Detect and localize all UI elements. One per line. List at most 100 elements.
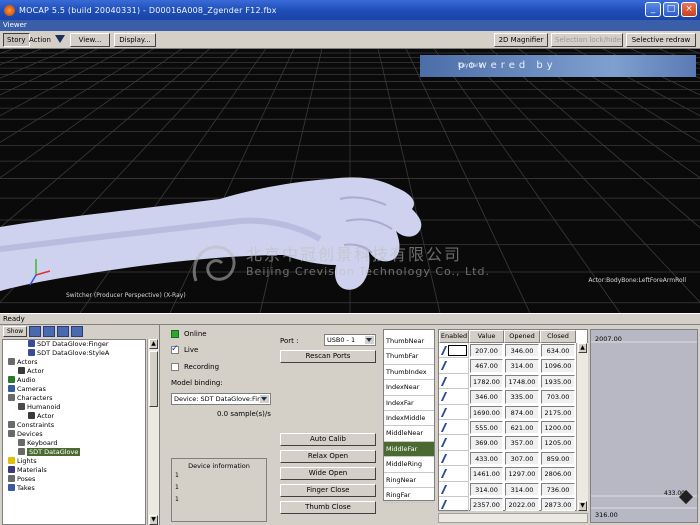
enabled-toggle[interactable] [439, 404, 469, 420]
sensor-opened-cell[interactable]: 346.00 [505, 344, 539, 358]
online-checkbox[interactable]: Online [171, 329, 271, 339]
enabled-toggle[interactable] [439, 450, 469, 467]
tree-item[interactable]: Keyboard [3, 439, 145, 448]
sensor-value-cell[interactable]: 346.00 [470, 390, 503, 404]
tree-item[interactable]: SDT DataGlove:Finger [3, 340, 145, 349]
tree-tool-icon-1[interactable] [29, 326, 42, 337]
sensor-name[interactable]: IndexFar [384, 396, 434, 411]
rescan-ports-button[interactable]: Rescan Ports [280, 350, 376, 363]
sensor-value-cell[interactable]: 433.00 [470, 451, 503, 466]
finger-close-button[interactable]: Finger Close [280, 484, 376, 497]
tree-scroll-thumb[interactable] [149, 351, 158, 407]
column-header-enabled[interactable]: Enabled [439, 330, 469, 343]
recording-checkbox[interactable]: Recording [171, 362, 271, 372]
enabled-toggle[interactable] [439, 343, 469, 359]
scroll-up-icon[interactable]: ▲ [149, 339, 158, 349]
sensor-value-cell[interactable]: 207.00 [470, 344, 503, 358]
sensor-value-cell[interactable]: 314.00 [470, 482, 503, 496]
sensor-graph[interactable]: 2007.00 433.00 316.00 [590, 329, 698, 523]
tree-item[interactable]: Constraints [3, 421, 145, 430]
sensor-closed-cell[interactable]: 1205.00 [541, 436, 575, 450]
scroll-up-icon[interactable]: ▲ [578, 343, 587, 353]
sensor-opened-cell[interactable]: 307.00 [505, 451, 539, 466]
enabled-toggle[interactable] [439, 358, 469, 374]
sensor-closed-cell[interactable]: 1935.00 [541, 374, 575, 389]
sensor-value-cell[interactable]: 1461.00 [470, 467, 503, 481]
story-button[interactable]: Story [3, 33, 30, 47]
enabled-toggle[interactable] [439, 373, 469, 390]
sensor-name[interactable]: ThumbNear [384, 334, 434, 350]
sensor-closed-cell[interactable]: 634.00 [541, 344, 575, 358]
sensor-opened-cell[interactable]: 314.00 [505, 482, 539, 496]
enabled-toggle[interactable] [439, 420, 469, 436]
relax-open-button[interactable]: Relax Open [280, 450, 376, 463]
tree-item[interactable]: Cameras [3, 385, 145, 394]
sensor-value-cell[interactable]: 2357.00 [470, 498, 503, 512]
scroll-down-icon[interactable]: ▼ [149, 515, 158, 525]
tree-item[interactable]: Materials [3, 466, 145, 475]
sensor-table[interactable]: Enabled Value Opened Closed ▲ ▼ 207.00 34… [438, 329, 588, 513]
2d-magnifier-button[interactable]: 2D Magnifier [494, 33, 548, 47]
tree-tool-icon-2[interactable] [43, 326, 56, 337]
sensor-name[interactable]: IndexNear [384, 380, 434, 396]
sensor-closed-cell[interactable]: 2873.00 [541, 498, 575, 512]
sensor-opened-cell[interactable]: 1748.00 [505, 374, 539, 389]
wide-open-button[interactable]: Wide Open [280, 467, 376, 480]
tree-item[interactable]: SDT DataGlove:StyleA [3, 349, 145, 358]
sensor-closed-cell[interactable]: 1096.00 [541, 359, 575, 373]
column-header-closed[interactable]: Closed [540, 330, 576, 343]
enabled-toggle[interactable] [439, 497, 469, 513]
sensor-opened-cell[interactable]: 621.00 [505, 421, 539, 435]
enabled-toggle[interactable] [439, 466, 469, 482]
sensor-value-cell[interactable]: 1690.00 [470, 405, 503, 419]
thumb-close-button[interactable]: Thumb Close [280, 501, 376, 514]
port-select[interactable]: USB0 - 1 [324, 334, 376, 346]
minimize-button[interactable]: _ [645, 2, 661, 17]
selection-lock-button[interactable]: Selection lock/hide [551, 33, 623, 47]
sensor-opened-cell[interactable]: 874.00 [505, 405, 539, 419]
column-header-opened[interactable]: Opened [504, 330, 540, 343]
tree-item[interactable]: Devices [3, 430, 145, 439]
sensor-closed-cell[interactable]: 736.00 [541, 482, 575, 496]
sensor-opened-cell[interactable]: 335.00 [505, 390, 539, 404]
show-button[interactable]: Show [3, 326, 28, 337]
tree-item[interactable]: Humanoid [3, 403, 145, 412]
sensor-name[interactable]: ThumbFar [384, 349, 434, 365]
tree-item[interactable]: Actor [3, 367, 145, 376]
sensor-closed-cell[interactable]: 1200.00 [541, 421, 575, 435]
sensor-closed-cell[interactable]: 2175.00 [541, 405, 575, 419]
sensor-name[interactable]: MiddleRing [384, 457, 434, 473]
live-checkbox[interactable]: Live [171, 344, 271, 355]
tree-item[interactable]: Actors [3, 358, 145, 367]
view-button[interactable]: View... [70, 33, 110, 47]
tree-tool-icon-3[interactable] [57, 326, 70, 337]
tree-item[interactable]: SDT DataGlove [3, 448, 145, 457]
tree-item[interactable]: Actor [3, 412, 145, 421]
3d-viewport[interactable]: powered by kaydara 北京中冠创景科技有限公司 Beijing … [0, 49, 700, 313]
tree-item[interactable]: Lights [3, 457, 145, 466]
table-scrollbar[interactable]: ▲ ▼ [576, 343, 588, 511]
close-button[interactable]: × [681, 2, 697, 17]
sensor-opened-cell[interactable]: 314.00 [505, 359, 539, 373]
sensor-name[interactable]: IndexMiddle [384, 411, 434, 427]
sensor-value-cell[interactable]: 467.00 [470, 359, 503, 373]
sensor-closed-cell[interactable]: 703.00 [541, 390, 575, 404]
tree-item[interactable]: Audio [3, 376, 145, 385]
auto-calib-button[interactable]: Auto Calib [280, 433, 376, 446]
table-horizontal-scrollbar[interactable] [438, 513, 588, 523]
sensor-value-cell[interactable]: 369.00 [470, 436, 503, 450]
sensor-name[interactable]: RingFar [384, 488, 434, 504]
sensor-name[interactable]: MiddleNear [384, 426, 434, 442]
maximize-button[interactable]: □ [663, 2, 679, 17]
sensor-name-list[interactable]: ThumbNear ThumbFar ThumbIndex IndexNear Inde… [383, 329, 435, 504]
scene-tree[interactable]: SDT DataGlove:Finger SDT DataGlove:StyleA… [2, 339, 146, 525]
sensor-name[interactable]: ThumbIndex [384, 365, 434, 381]
sensor-opened-cell[interactable]: 1297.00 [505, 467, 539, 481]
action-dropdown-icon[interactable] [55, 35, 65, 43]
tree-scrollbar[interactable]: ▲ ▼ [147, 339, 159, 525]
selective-redraw-button[interactable]: Selective redraw [626, 33, 696, 47]
column-header-value[interactable]: Value [469, 330, 504, 343]
display-button[interactable]: Display... [114, 33, 156, 47]
scroll-down-icon[interactable]: ▼ [578, 501, 587, 511]
enabled-toggle[interactable] [439, 481, 469, 497]
